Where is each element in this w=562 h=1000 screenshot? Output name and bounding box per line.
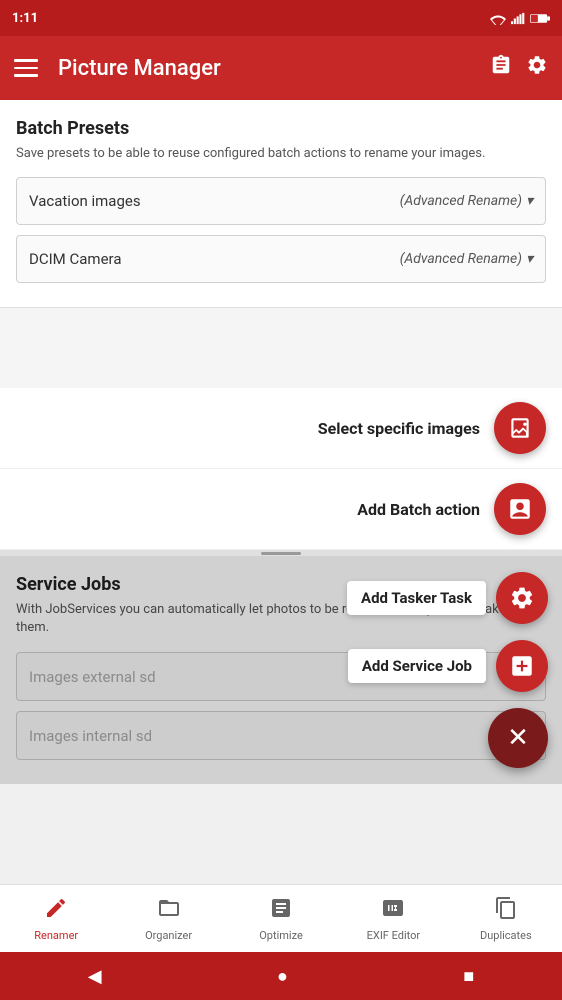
batch-presets-desc: Save presets to be able to reuse configu… [16,145,546,163]
select-images-button[interactable] [494,402,546,454]
service-job-icon [509,653,535,679]
preset-type-1: (Advanced Rename) ▾ [400,251,533,267]
wifi-icon [490,12,506,25]
fab-expanded-menu: Add Tasker Task Add Service Job [347,572,548,768]
battery-icon [530,12,550,25]
renamer-label: Renamer [34,929,78,942]
recents-button[interactable]: ■ [443,958,494,995]
optimize-label: Optimize [259,929,303,942]
preset-name-1: DCIM Camera [29,250,121,268]
preset-item-0[interactable]: Vacation images (Advanced Rename) ▾ [16,177,546,225]
nav-renamer[interactable]: Renamer [0,885,112,952]
preset-name-0: Vacation images [29,192,141,210]
clipboard-icon[interactable] [490,54,512,82]
spacer [0,308,562,388]
add-batch-row: Add Batch action [0,469,562,550]
preset-item-1[interactable]: DCIM Camera (Advanced Rename) ▾ [16,235,546,283]
home-button[interactable]: ● [257,958,308,995]
tasker-settings-icon [509,585,535,611]
add-tasker-button[interactable] [496,572,548,624]
batch-presets-title: Batch Presets [16,118,546,139]
select-images-label: Select specific images [318,419,480,438]
settings-icon[interactable] [526,54,548,82]
back-button[interactable]: ◀ [68,958,122,995]
status-time: 1:11 [12,11,38,26]
batch-presets-section: Batch Presets Save presets to be able to… [0,100,562,308]
exif-editor-icon [381,896,405,926]
organizer-icon [157,896,181,926]
status-left: 1:11 [12,11,38,26]
nav-exif-editor[interactable]: EXIF Editor [337,885,449,952]
bottom-nav: Renamer Organizer Optimize [0,884,562,952]
chevron-down-icon-1: ▾ [526,251,533,267]
nav-optimize[interactable]: Optimize [225,885,337,952]
organizer-label: Organizer [145,929,192,942]
exif-editor-label: EXIF Editor [367,929,420,942]
scrollable-content: Batch Presets Save presets to be able to… [0,100,562,884]
signal-icon [511,12,525,25]
nav-organizer[interactable]: Organizer [112,885,224,952]
add-batch-label: Add Batch action [357,500,480,519]
add-tasker-label: Add Tasker Task [347,581,486,615]
service-jobs-wrapper: Service Jobs With JobServices you can au… [0,556,562,783]
chevron-down-icon-0: ▾ [526,193,533,209]
add-batch-icon [507,496,533,522]
action-area: Select specific images Add Batch action [0,388,562,550]
add-service-job-row: Add Service Job [348,640,548,692]
preset-type-0: (Advanced Rename) ▾ [400,193,533,209]
add-tasker-row: Add Tasker Task [347,572,548,624]
app-container: 1:11 Picture Manager [0,0,562,1000]
app-bar: Picture Manager [0,36,562,100]
add-service-job-button[interactable] [496,640,548,692]
android-nav-bar: ◀ ● ■ [0,952,562,1000]
select-images-icon [507,415,533,441]
duplicates-icon [494,896,518,926]
menu-button[interactable] [14,59,38,77]
add-batch-button[interactable] [494,483,546,535]
select-images-row: Select specific images [0,388,562,469]
renamer-icon [44,896,68,926]
app-bar-actions [490,54,548,82]
duplicates-label: Duplicates [480,929,532,942]
nav-duplicates[interactable]: Duplicates [450,885,562,952]
add-service-job-label: Add Service Job [348,649,486,683]
divider-handle [261,552,301,555]
app-title: Picture Manager [58,56,490,81]
status-right [490,12,550,25]
fab-close-button[interactable]: ✕ [488,708,548,768]
optimize-icon [269,896,293,926]
status-bar: 1:11 [0,0,562,36]
